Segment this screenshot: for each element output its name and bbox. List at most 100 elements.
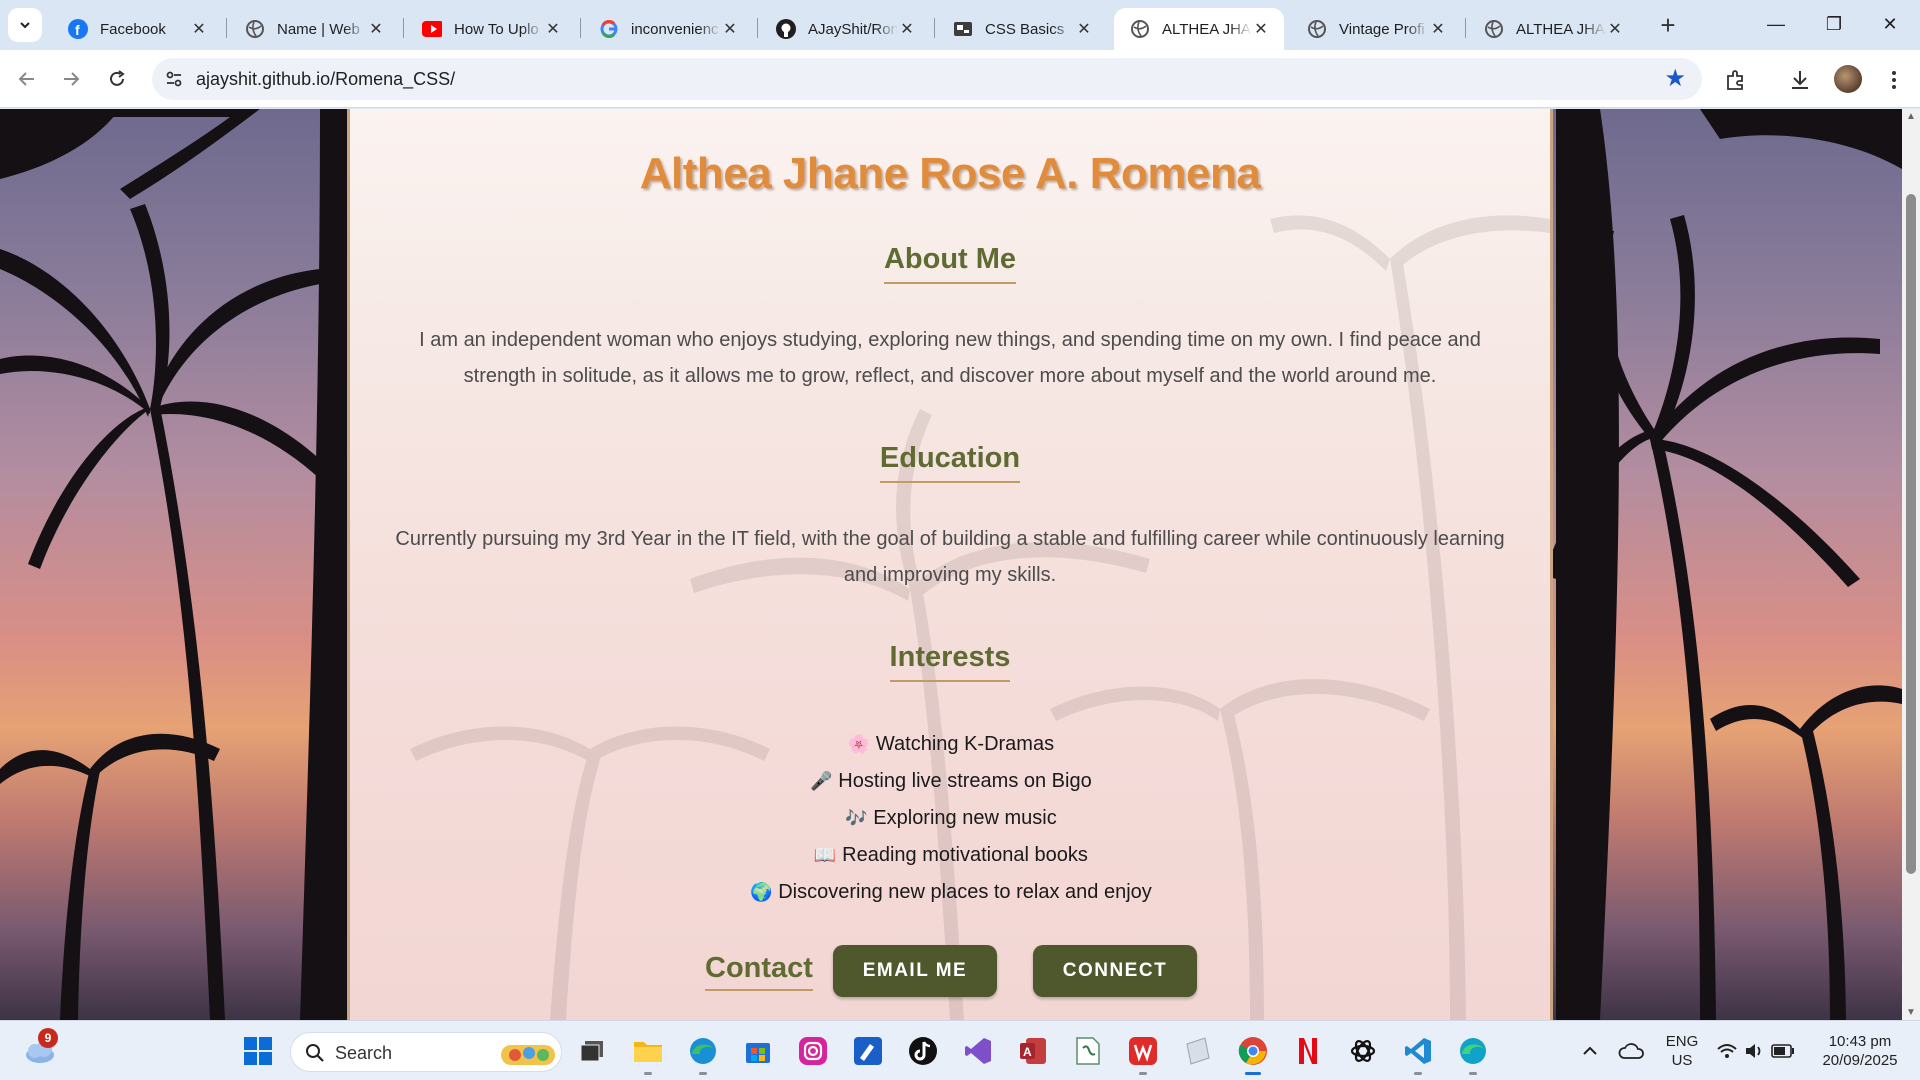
access-app[interactable]: A (1015, 1033, 1051, 1069)
chatgpt-app[interactable] (1345, 1033, 1381, 1069)
tab-althea-active[interactable]: ALTHEA JHAN ✕ (1114, 8, 1284, 50)
whiteboard-app[interactable] (850, 1033, 886, 1069)
chatgpt-icon (1350, 1040, 1376, 1062)
wps-office-app[interactable] (1125, 1033, 1161, 1075)
tab-vintage-profile[interactable]: Vintage Profi ✕ (1291, 8, 1461, 50)
close-icon[interactable]: ✕ (898, 19, 916, 39)
tiktok-app[interactable] (905, 1033, 941, 1069)
running-indicator (1139, 1072, 1147, 1075)
microsoft-store-app[interactable] (740, 1033, 776, 1069)
back-button[interactable] (12, 64, 42, 94)
language-indicator[interactable]: ENG US (1660, 1032, 1704, 1070)
scroll-thumb[interactable] (1906, 194, 1916, 874)
visual-studio-app[interactable] (960, 1033, 996, 1069)
reload-button[interactable] (102, 64, 132, 94)
task-view-button[interactable] (574, 1033, 610, 1069)
instagram-app[interactable] (795, 1033, 831, 1069)
list-item: 🎶 Exploring new music (350, 800, 1550, 837)
close-icon[interactable]: ✕ (544, 19, 562, 39)
close-icon[interactable]: ✕ (1075, 19, 1093, 39)
tab-css-basics[interactable]: CSS Basics ✕ (937, 8, 1107, 50)
edge-dev-app[interactable] (1455, 1033, 1491, 1075)
file-explorer-app[interactable] (630, 1033, 666, 1075)
menu-kebab-icon[interactable] (1880, 66, 1908, 94)
microphone-icon: 🎤 (810, 771, 833, 791)
battery-icon (1771, 1044, 1794, 1058)
running-indicator (699, 1072, 707, 1075)
tab-title: CSS Basics (985, 20, 1065, 38)
netflix-app[interactable] (1290, 1033, 1326, 1069)
minimize-button[interactable]: — (1752, 4, 1800, 44)
volume-button[interactable] (1742, 1033, 1768, 1069)
contact-row: Contact EMAIL ME CONNECT (350, 945, 1550, 997)
tab-divider (1465, 18, 1466, 38)
close-icon[interactable]: ✕ (1252, 19, 1270, 39)
tab-divider (757, 18, 758, 38)
weather-badge: 9 (38, 1028, 58, 1048)
whiteboard-icon (854, 1037, 882, 1065)
tab-youtube[interactable]: How To Uplo ✕ (406, 8, 576, 50)
bookmark-star-icon[interactable]: ★ (1664, 66, 1686, 92)
tab-divider (226, 18, 227, 38)
download-icon[interactable] (1786, 66, 1814, 94)
tab-github[interactable]: AJayShit/Ron ✕ (760, 8, 930, 50)
close-icon[interactable]: ✕ (721, 19, 739, 39)
battery-button[interactable] (1770, 1033, 1796, 1069)
netflix-icon (1299, 1038, 1317, 1064)
start-button[interactable] (240, 1033, 276, 1069)
onedrive-button[interactable] (1616, 1033, 1646, 1069)
notepad-icon (1186, 1037, 1210, 1065)
scroll-down-icon[interactable]: ▼ (1905, 1007, 1917, 1018)
arrow-left-icon (18, 72, 34, 86)
education-heading: Education (350, 442, 1550, 483)
edge-app[interactable] (685, 1033, 721, 1075)
tab-search-button[interactable] (8, 8, 42, 42)
script-editor-app[interactable] (1070, 1033, 1106, 1069)
slides-icon (953, 19, 973, 39)
taskbar-search-input[interactable]: Search (290, 1032, 562, 1072)
forward-button[interactable] (56, 64, 86, 94)
tab-google-search[interactable]: inconvenienc ✕ (583, 8, 753, 50)
list-item: 🌸 Watching K-Dramas (350, 726, 1550, 763)
close-icon[interactable]: ✕ (1429, 19, 1447, 39)
tab-althea-2[interactable]: ALTHEA JHAN ✕ (1468, 8, 1638, 50)
tab-facebook[interactable]: f Facebook ✕ (52, 8, 222, 50)
tab-title: ALTHEA JHAN (1516, 20, 1606, 38)
search-highlight-icon (501, 1045, 555, 1065)
address-bar[interactable]: ajayshit.github.io/Romena_CSS/ ★ (152, 58, 1702, 100)
interests-list: 🌸 Watching K-Dramas 🎤 Hosting live streams… (350, 726, 1550, 911)
page-scrollbar[interactable]: ▲ ▼ (1902, 109, 1920, 1020)
close-window-button[interactable]: ✕ (1866, 4, 1914, 44)
globe-icon (1130, 19, 1150, 39)
youtube-icon (422, 19, 442, 39)
search-icon (306, 1044, 324, 1062)
contact-heading: Contact (705, 952, 813, 991)
extensions-icon[interactable] (1722, 66, 1750, 94)
site-settings-icon[interactable] (164, 69, 184, 89)
wifi-button[interactable] (1714, 1033, 1740, 1069)
tab-title: How To Uplo (454, 20, 539, 38)
profile-avatar[interactable] (1834, 65, 1862, 93)
tab-title: Facebook (100, 20, 166, 38)
folder-icon (634, 1042, 662, 1062)
clock[interactable]: 10:43 pm 20/09/2025 (1810, 1032, 1910, 1070)
close-icon[interactable]: ✕ (1606, 19, 1624, 39)
scroll-up-icon[interactable]: ▲ (1905, 111, 1917, 122)
close-icon[interactable]: ✕ (367, 19, 385, 39)
speaker-icon (1746, 1044, 1761, 1058)
restore-button[interactable]: ❐ (1810, 4, 1858, 44)
tab-name-web[interactable]: Name | Web ✕ (229, 8, 399, 50)
tab-divider (403, 18, 404, 38)
chrome-icon (1238, 1037, 1267, 1065)
svg-text:A: A (1023, 1045, 1032, 1059)
show-hidden-icons-button[interactable] (1576, 1033, 1604, 1069)
close-icon[interactable]: ✕ (190, 19, 208, 39)
url-text: ajayshit.github.io/Romena_CSS/ (196, 69, 456, 89)
notes-app[interactable] (1180, 1033, 1216, 1069)
connect-button[interactable]: CONNECT (1032, 945, 1197, 997)
new-tab-button[interactable]: + (1652, 10, 1684, 42)
browser-tab-strip: f Facebook ✕ Name | Web ✕ How To Uplo ✕ … (0, 0, 1920, 50)
chrome-app[interactable] (1235, 1033, 1271, 1075)
vscode-app[interactable] (1400, 1033, 1436, 1075)
email-me-button[interactable]: EMAIL ME (832, 945, 997, 997)
